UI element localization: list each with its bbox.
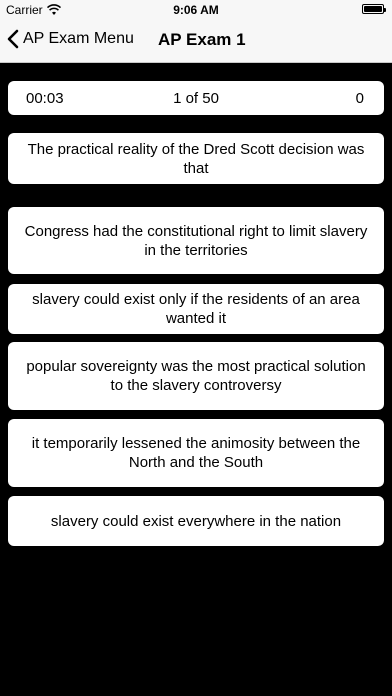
answer-option-2[interactable]: slavery could exist only if the resident… xyxy=(8,284,384,334)
answer-text: slavery could exist only if the resident… xyxy=(32,291,360,327)
answer-option-1[interactable]: Congress had the constitutional right to… xyxy=(8,207,384,274)
page-title: AP Exam 1 xyxy=(158,30,246,49)
battery-icon xyxy=(362,4,386,14)
answer-option-3[interactable]: popular sovereignty was the most practic… xyxy=(8,342,384,410)
clock: 9:06 AM xyxy=(173,3,219,17)
answer-text: popular sovereignty was the most practic… xyxy=(26,358,366,394)
answer-option-5[interactable]: slavery could exist everywhere in the na… xyxy=(8,496,384,546)
answer-text: Congress had the constitutional right to… xyxy=(24,222,368,259)
answer-text: it temporarily lessened the animosity be… xyxy=(31,435,361,471)
question-progress: 1 of 50 xyxy=(173,90,219,107)
status-bar: Carrier 9:06 AM xyxy=(0,0,392,20)
score: 0 xyxy=(355,90,364,107)
quiz-status-bar: 00:03 1 of 50 0 xyxy=(8,81,384,115)
navigation-bar: AP Exam Menu AP Exam 1 xyxy=(0,20,392,62)
question-card: The practical reality of the Dred Scott … xyxy=(8,133,384,184)
answer-text: slavery could exist everywhere in the na… xyxy=(50,512,342,530)
chevron-left-icon xyxy=(7,29,19,49)
question-text: The practical reality of the Dred Scott … xyxy=(27,140,365,177)
back-label: AP Exam Menu xyxy=(23,30,134,47)
answer-option-4[interactable]: it temporarily lessened the animosity be… xyxy=(8,419,384,487)
back-button[interactable]: AP Exam Menu xyxy=(6,28,134,50)
top-bar: Carrier 9:06 AM AP Exam Menu AP Exam 1 xyxy=(0,0,392,63)
